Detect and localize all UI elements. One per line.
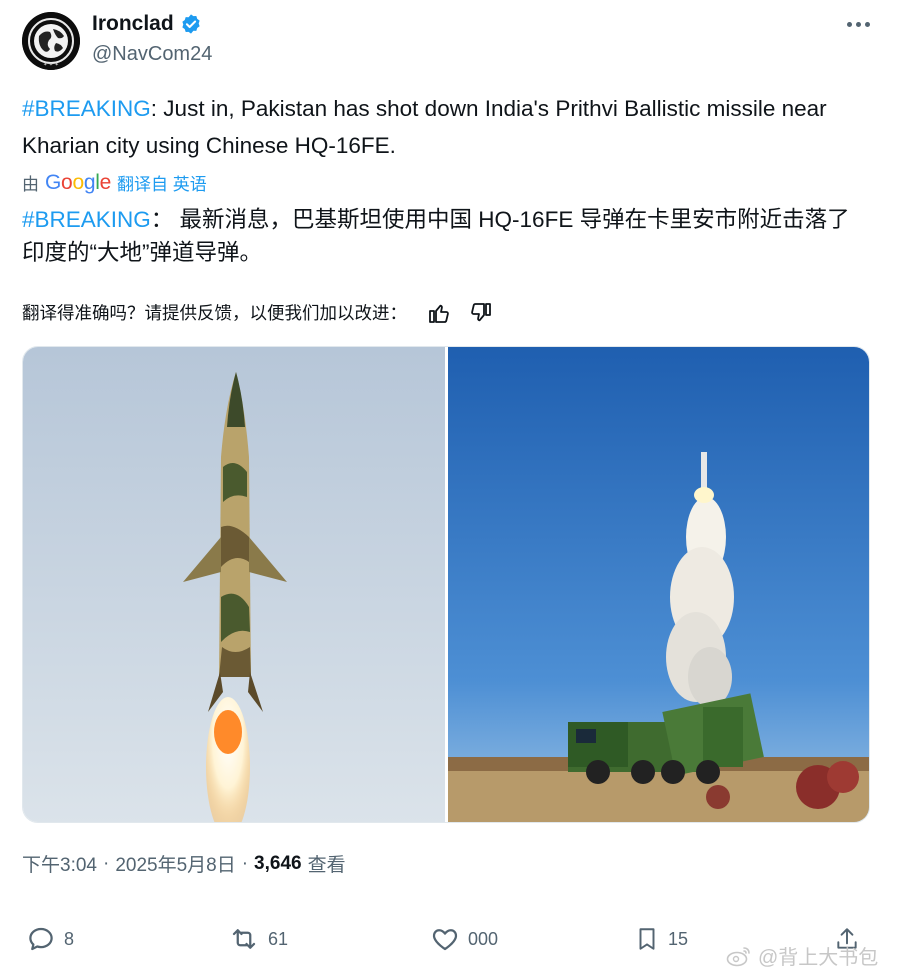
- reply-count: 8: [64, 928, 75, 949]
- bookmark-button[interactable]: 15: [634, 924, 688, 954]
- translated-text: #BREAKING： 最新消息，巴基斯坦使用中国 HQ-16FE 导弹在卡里安市…: [22, 203, 872, 269]
- tweet-date[interactable]: 2025年5月8日: [115, 850, 235, 877]
- verified-badge-icon: [182, 14, 200, 34]
- view-count: 3,646: [254, 852, 302, 874]
- bookmark-count: 15: [668, 928, 689, 949]
- repost-count: 61: [268, 928, 289, 949]
- heart-icon: [432, 929, 458, 951]
- media-image-right[interactable]: [448, 347, 869, 822]
- translated-hashtag-link[interactable]: #BREAKING: [22, 207, 151, 232]
- media-grid: [22, 346, 870, 823]
- missile-launch-photo: [23, 347, 445, 822]
- reply-icon: [29, 927, 53, 951]
- google-logo: Google: [45, 170, 111, 194]
- translated-from-link[interactable]: 翻译自 英语: [117, 170, 207, 195]
- repost-icon: [232, 929, 256, 949]
- repost-button[interactable]: 61: [228, 924, 288, 954]
- display-name[interactable]: Ironclad: [92, 12, 202, 36]
- weibo-watermark: @背上大书包: [726, 941, 878, 970]
- like-count: 000: [468, 928, 499, 949]
- sam-launcher-photo: [448, 347, 869, 822]
- weibo-icon: [726, 946, 750, 966]
- user-handle[interactable]: @NavCom24: [92, 43, 212, 66]
- watermark-text: @背上大书包: [758, 947, 879, 969]
- translated-by-label: 由: [22, 175, 39, 194]
- globe-emblem-icon: ✦ ✦ ✦: [22, 12, 80, 70]
- reply-button[interactable]: 8: [26, 924, 74, 954]
- like-button[interactable]: 000: [430, 924, 498, 954]
- translation-feedback: 翻译得准确吗？请提供反馈，以便我们加以改进：: [22, 300, 493, 325]
- more-options-button[interactable]: [842, 10, 874, 38]
- hashtag-link[interactable]: #BREAKING: [22, 96, 151, 121]
- dot-icon: [846, 21, 852, 27]
- tweet-text: #BREAKING: Just in, Pakistan has shot do…: [22, 90, 872, 164]
- dot-icon: [864, 21, 870, 27]
- display-name-text[interactable]: Ironclad: [92, 12, 174, 36]
- feedback-prompt: 翻译得准确吗？请提供反馈，以便我们加以改进：: [22, 303, 407, 323]
- svg-text:✦ ✦ ✦: ✦ ✦ ✦: [43, 62, 59, 68]
- translated-by: 由 Google 翻译自 英语: [22, 170, 207, 195]
- dot-icon: [855, 21, 861, 27]
- media-image-left[interactable]: [23, 347, 445, 822]
- meta-separator: ·: [102, 852, 110, 874]
- tweet-meta: 下午3:04 · 2025年5月8日 · 3,646 查看: [22, 850, 346, 877]
- bookmark-icon: [639, 928, 655, 950]
- avatar[interactable]: ✦ ✦ ✦: [22, 12, 80, 70]
- view-label: 查看: [307, 855, 346, 876]
- thumbs-up-icon[interactable]: [427, 301, 451, 325]
- tweet-time[interactable]: 下午3:04: [22, 850, 97, 877]
- meta-separator: ·: [241, 852, 249, 874]
- thumbs-down-icon[interactable]: [469, 301, 493, 325]
